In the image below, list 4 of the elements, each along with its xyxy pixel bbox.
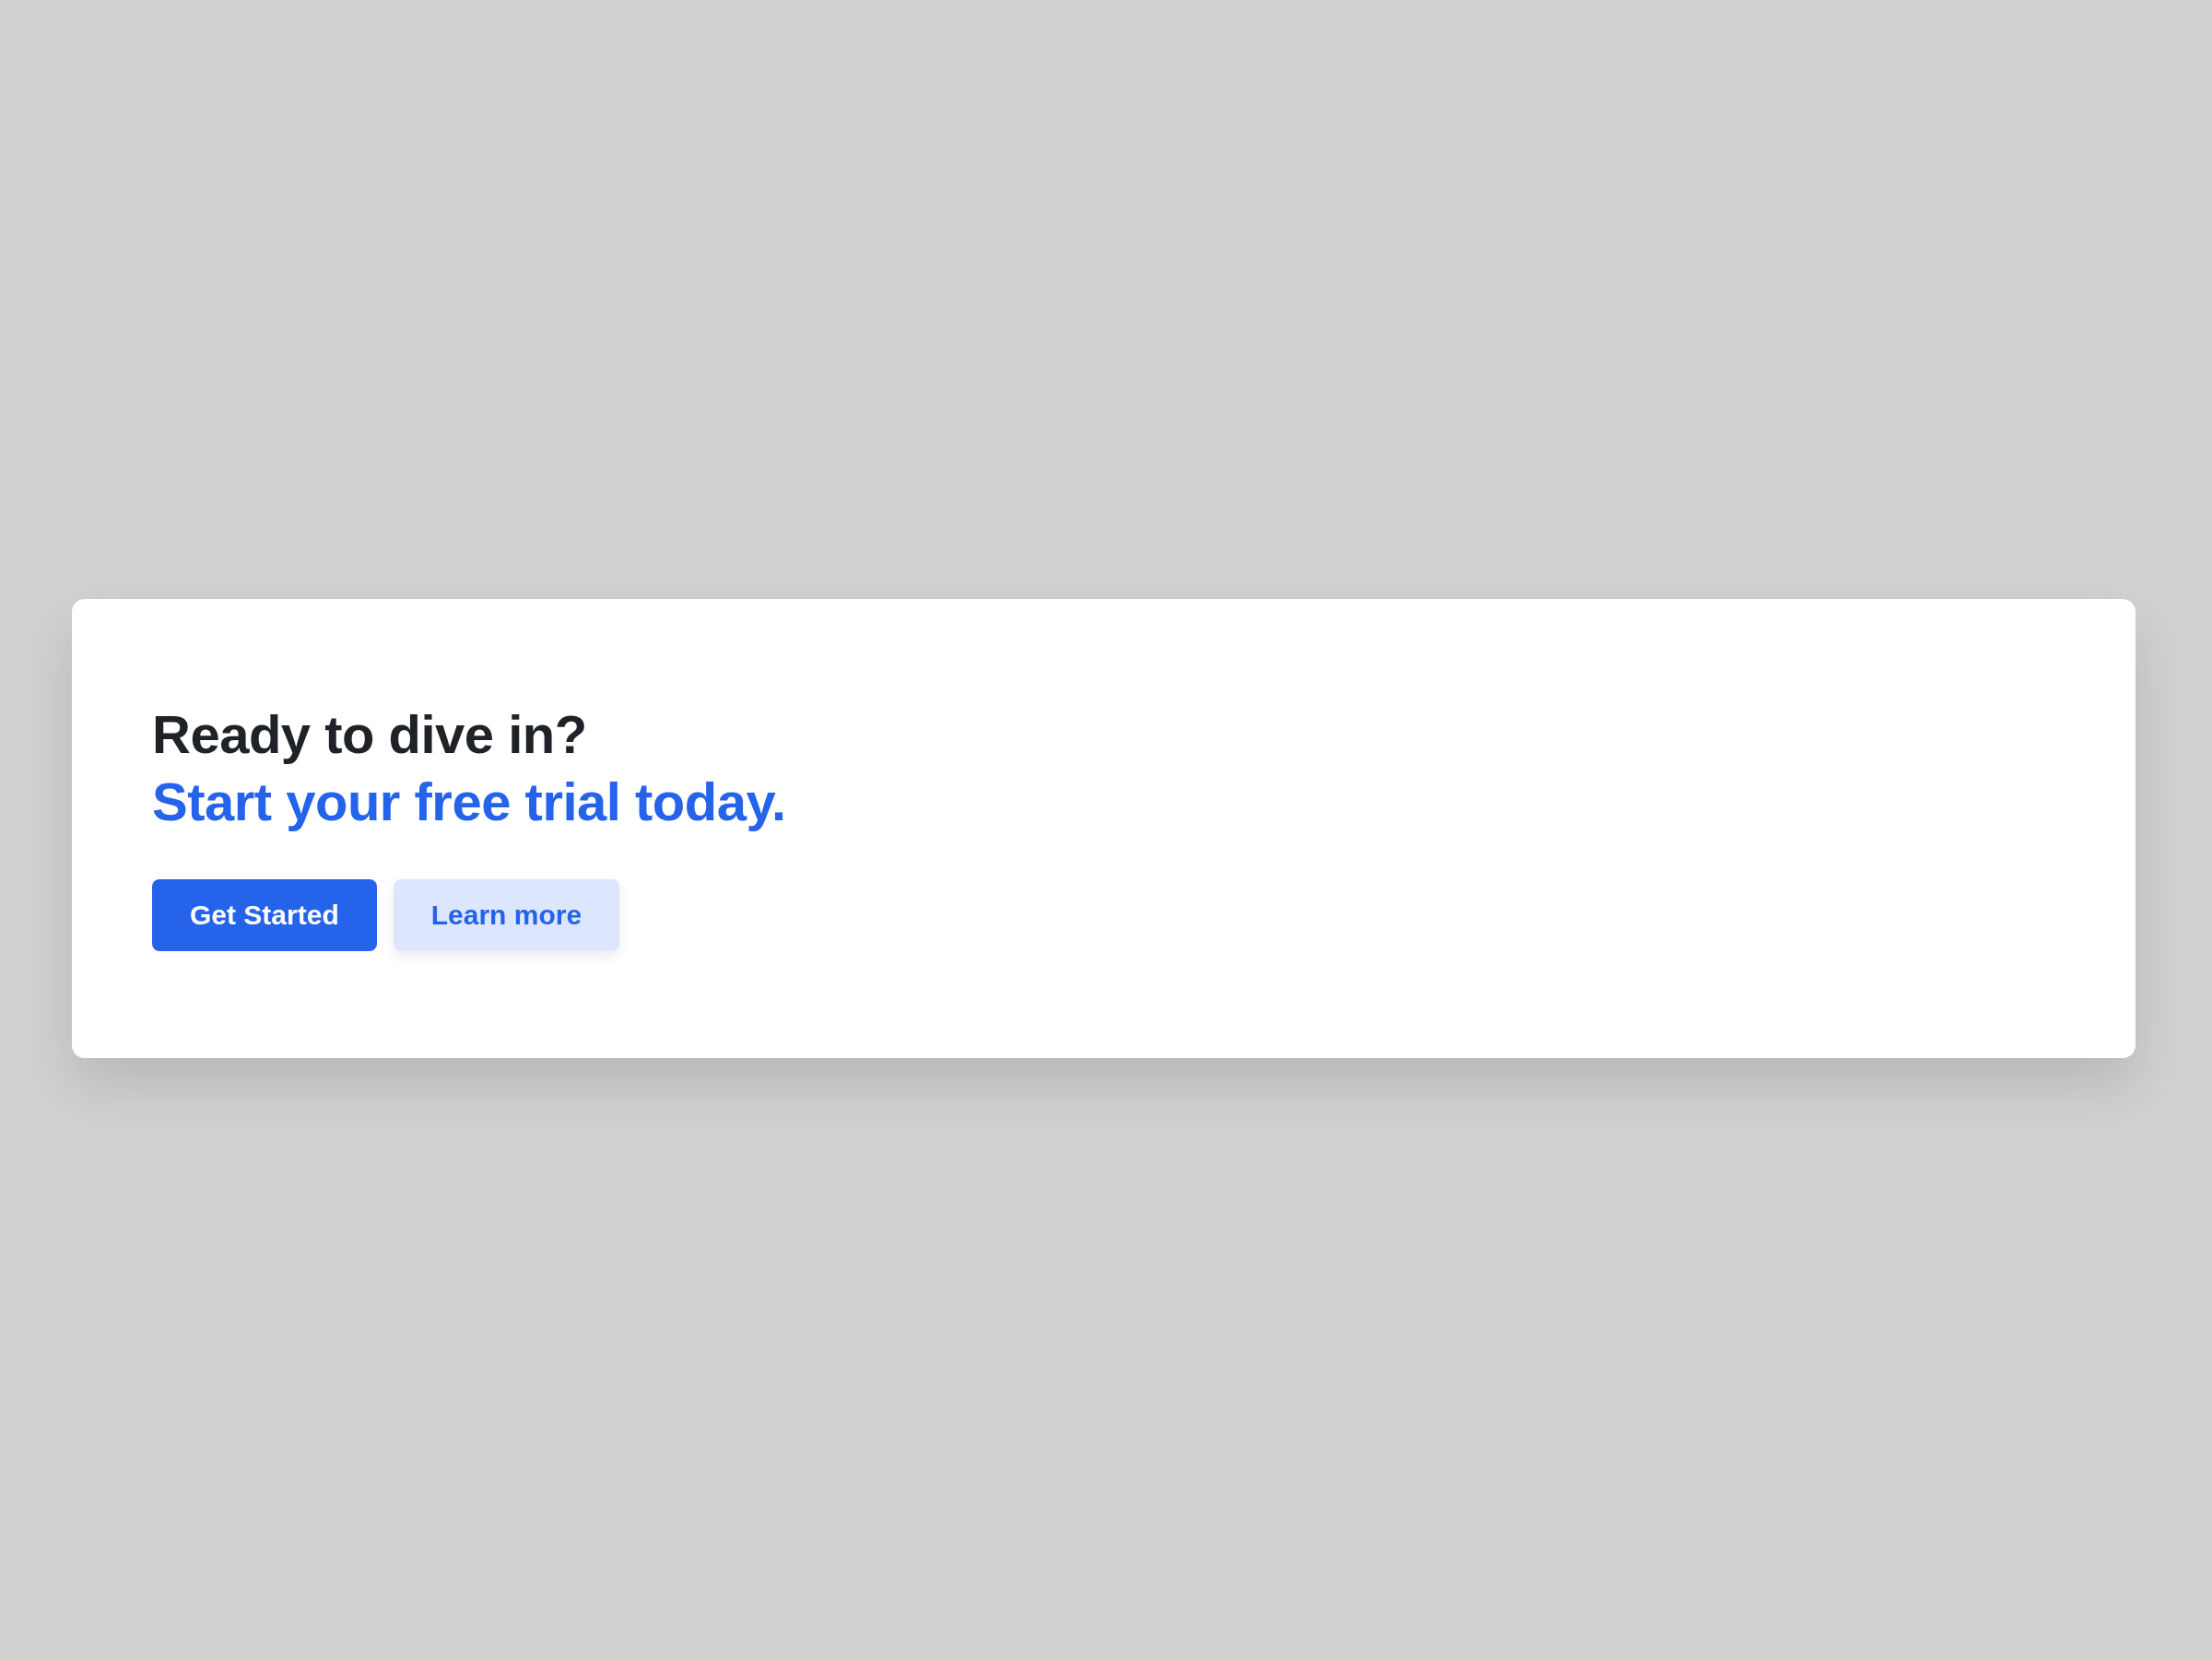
learn-more-button[interactable]: Learn more [393,879,620,951]
get-started-button[interactable]: Get Started [152,879,377,951]
subheading-text: Start your free trial today. [152,771,786,833]
heading-text: Ready to dive in? [152,703,587,766]
